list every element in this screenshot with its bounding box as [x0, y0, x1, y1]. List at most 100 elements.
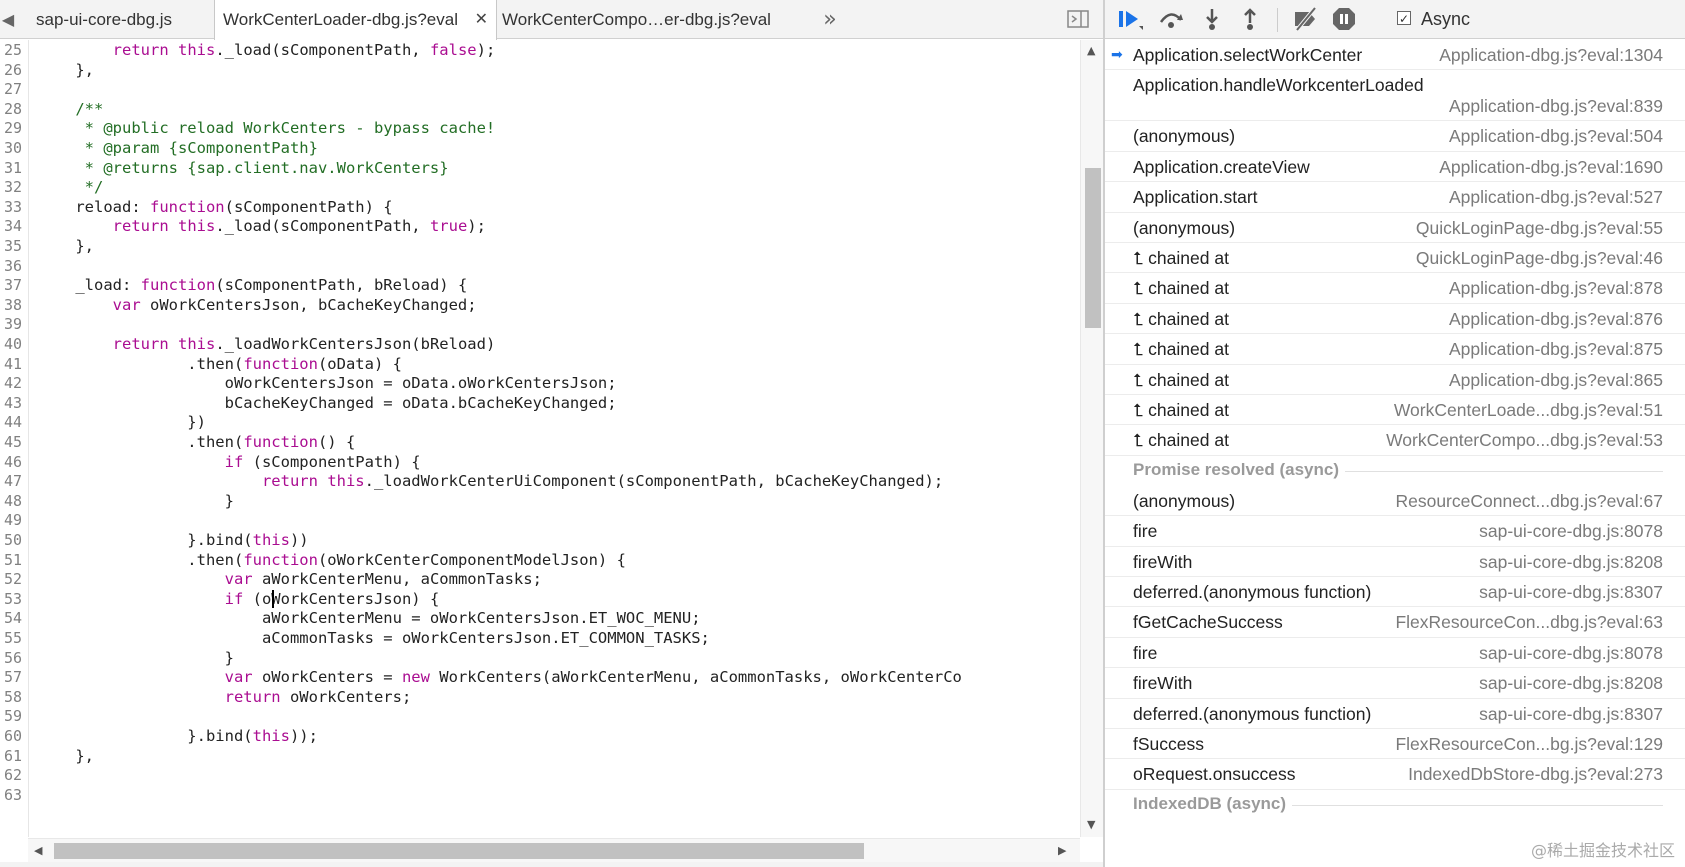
- step-out-button[interactable]: [1237, 6, 1265, 32]
- call-frame[interactable]: ⮤ chained at WorkCenterLoade...dbg.js?eva…: [1105, 395, 1685, 426]
- line-number[interactable]: 34: [0, 216, 22, 237]
- line-number[interactable]: 25: [0, 40, 22, 61]
- frame-location[interactable]: Application-dbg.js?eval:865: [1449, 370, 1663, 391]
- code-editor[interactable]: 25 return this._load(sComponentPath, fal…: [0, 40, 1080, 837]
- scroll-left-icon[interactable]: ◀: [34, 844, 42, 857]
- call-frame[interactable]: fire sap-ui-core-dbg.js:8078: [1105, 638, 1685, 669]
- frame-location[interactable]: Application-dbg.js?eval:527: [1449, 187, 1663, 208]
- line-number[interactable]: 54: [0, 608, 22, 629]
- call-frame[interactable]: Application.start Application-dbg.js?eval…: [1105, 182, 1685, 213]
- call-frame[interactable]: ⮤ chained at Application-dbg.js?eval:865: [1105, 365, 1685, 395]
- step-into-button[interactable]: [1199, 6, 1227, 32]
- scroll-up-icon[interactable]: ▲: [1087, 44, 1095, 57]
- frame-location[interactable]: IndexedDbStore-dbg.js?eval:273: [1408, 764, 1663, 785]
- scroll-down-icon[interactable]: ▼: [1087, 818, 1095, 831]
- pause-on-exceptions-button[interactable]: [1331, 6, 1359, 32]
- line-number[interactable]: 62: [0, 765, 22, 786]
- call-frame[interactable]: fire sap-ui-core-dbg.js:8078: [1105, 516, 1685, 547]
- frame-location[interactable]: sap-ui-core-dbg.js:8078: [1479, 521, 1663, 542]
- line-number[interactable]: 27: [0, 79, 22, 100]
- call-frame[interactable]: ⮤ chained at Application-dbg.js?eval:875: [1105, 334, 1685, 365]
- frame-location[interactable]: Application-dbg.js?eval:1690: [1439, 157, 1663, 178]
- call-frame[interactable]: ⮤ chained at Application-dbg.js?eval:876: [1105, 304, 1685, 335]
- line-number[interactable]: 46: [0, 452, 22, 473]
- call-frame[interactable]: fireWith sap-ui-core-dbg.js:8208: [1105, 668, 1685, 699]
- step-over-button[interactable]: [1157, 6, 1185, 32]
- call-frame[interactable]: Application.handleWorkcenterLoaded Applic…: [1105, 70, 1685, 122]
- deactivate-breakpoints-button[interactable]: [1291, 6, 1319, 32]
- frame-location[interactable]: Application-dbg.js?eval:839: [1449, 96, 1663, 117]
- line-number[interactable]: 57: [0, 667, 22, 688]
- horizontal-scrollbar[interactable]: ◀ ▶: [28, 838, 1080, 863]
- line-number[interactable]: 50: [0, 530, 22, 551]
- toggle-sidebar-icon[interactable]: [1064, 0, 1092, 39]
- frame-location[interactable]: QuickLoginPage-dbg.js?eval:55: [1416, 218, 1663, 239]
- line-number[interactable]: 37: [0, 275, 22, 296]
- tab-sap-ui-core[interactable]: sap-ui-core-dbg.js: [36, 0, 216, 39]
- frame-location[interactable]: Application-dbg.js?eval:1304: [1439, 45, 1663, 66]
- line-number[interactable]: 55: [0, 628, 22, 649]
- horizontal-scroll-thumb[interactable]: [54, 843, 864, 859]
- line-number[interactable]: 58: [0, 687, 22, 708]
- line-number[interactable]: 42: [0, 373, 22, 394]
- line-number[interactable]: 47: [0, 471, 22, 492]
- line-number[interactable]: 59: [0, 706, 22, 727]
- line-number[interactable]: 32: [0, 177, 22, 198]
- line-number[interactable]: 29: [0, 118, 22, 139]
- line-number[interactable]: 48: [0, 491, 22, 512]
- call-frame[interactable]: fSuccess FlexResourceCon...bg.js?eval:129: [1105, 729, 1685, 760]
- line-number[interactable]: 56: [0, 648, 22, 669]
- call-frame[interactable]: deferred.(anonymous function) sap-ui-core…: [1105, 577, 1685, 608]
- line-number[interactable]: 49: [0, 510, 22, 531]
- call-frame[interactable]: (anonymous) QuickLoginPage-dbg.js?eval:55: [1105, 213, 1685, 243]
- call-frame[interactable]: ⮤ chained at QuickLoginPage-dbg.js?eval:4…: [1105, 243, 1685, 274]
- line-number[interactable]: 61: [0, 746, 22, 767]
- line-number[interactable]: 38: [0, 295, 22, 316]
- frame-location[interactable]: sap-ui-core-dbg.js:8208: [1479, 673, 1663, 694]
- line-number[interactable]: 28: [0, 99, 22, 120]
- line-number[interactable]: 31: [0, 158, 22, 179]
- line-number[interactable]: 45: [0, 432, 22, 453]
- line-number[interactable]: 36: [0, 256, 22, 277]
- line-number[interactable]: 35: [0, 236, 22, 257]
- vertical-scroll-thumb[interactable]: [1085, 168, 1101, 328]
- call-frame[interactable]: fireWith sap-ui-core-dbg.js:8208: [1105, 547, 1685, 577]
- line-number[interactable]: 44: [0, 412, 22, 433]
- line-number[interactable]: 26: [0, 60, 22, 81]
- async-checkbox[interactable]: ✓: [1397, 11, 1411, 26]
- close-icon[interactable]: ✕: [475, 0, 488, 40]
- frame-location[interactable]: sap-ui-core-dbg.js:8307: [1479, 704, 1663, 725]
- frame-location[interactable]: FlexResourceCon...dbg.js?eval:63: [1395, 612, 1663, 633]
- resume-button[interactable]: [1117, 6, 1145, 32]
- call-frame[interactable]: ⮤ chained at WorkCenterCompo...dbg.js?eva…: [1105, 425, 1685, 456]
- frame-location[interactable]: WorkCenterCompo...dbg.js?eval:53: [1386, 430, 1663, 451]
- frame-location[interactable]: QuickLoginPage-dbg.js?eval:46: [1416, 248, 1663, 269]
- line-number[interactable]: 30: [0, 138, 22, 159]
- call-frame[interactable]: (anonymous) ResourceConnect...dbg.js?eval…: [1105, 486, 1685, 517]
- vertical-scrollbar[interactable]: ▲ ▼: [1080, 40, 1105, 837]
- line-number[interactable]: 41: [0, 354, 22, 375]
- frame-location[interactable]: FlexResourceCon...bg.js?eval:129: [1395, 734, 1663, 755]
- frame-location[interactable]: ResourceConnect...dbg.js?eval:67: [1395, 491, 1663, 512]
- frame-location[interactable]: Application-dbg.js?eval:876: [1449, 309, 1663, 330]
- call-frame[interactable]: fGetCacheSuccess FlexResourceCon...dbg.js…: [1105, 607, 1685, 638]
- line-number[interactable]: 63: [0, 785, 22, 806]
- frame-location[interactable]: Application-dbg.js?eval:504: [1449, 126, 1663, 147]
- tab-workcenterloader[interactable]: WorkCenterLoader-dbg.js?eval ✕: [214, 0, 497, 40]
- call-frame[interactable]: ⮤ chained at Application-dbg.js?eval:878: [1105, 273, 1685, 304]
- line-number[interactable]: 52: [0, 569, 22, 590]
- call-frame[interactable]: deferred.(anonymous function) sap-ui-core…: [1105, 699, 1685, 729]
- more-tabs-button[interactable]: »: [818, 0, 842, 39]
- line-number[interactable]: 51: [0, 550, 22, 571]
- line-number[interactable]: 53: [0, 589, 22, 610]
- line-number[interactable]: 39: [0, 314, 22, 335]
- frame-location[interactable]: Application-dbg.js?eval:875: [1449, 339, 1663, 360]
- frame-location[interactable]: Application-dbg.js?eval:878: [1449, 278, 1663, 299]
- frame-location[interactable]: sap-ui-core-dbg.js:8208: [1479, 552, 1663, 573]
- call-frame[interactable]: Application.createView Application-dbg.js…: [1105, 152, 1685, 183]
- scroll-right-icon[interactable]: ▶: [1058, 844, 1066, 857]
- line-number[interactable]: 40: [0, 334, 22, 355]
- call-frame[interactable]: ➡ Application.selectWorkCenter Application…: [1105, 40, 1685, 71]
- call-frame[interactable]: (anonymous) Application-dbg.js?eval:504: [1105, 121, 1685, 152]
- line-number[interactable]: 60: [0, 726, 22, 747]
